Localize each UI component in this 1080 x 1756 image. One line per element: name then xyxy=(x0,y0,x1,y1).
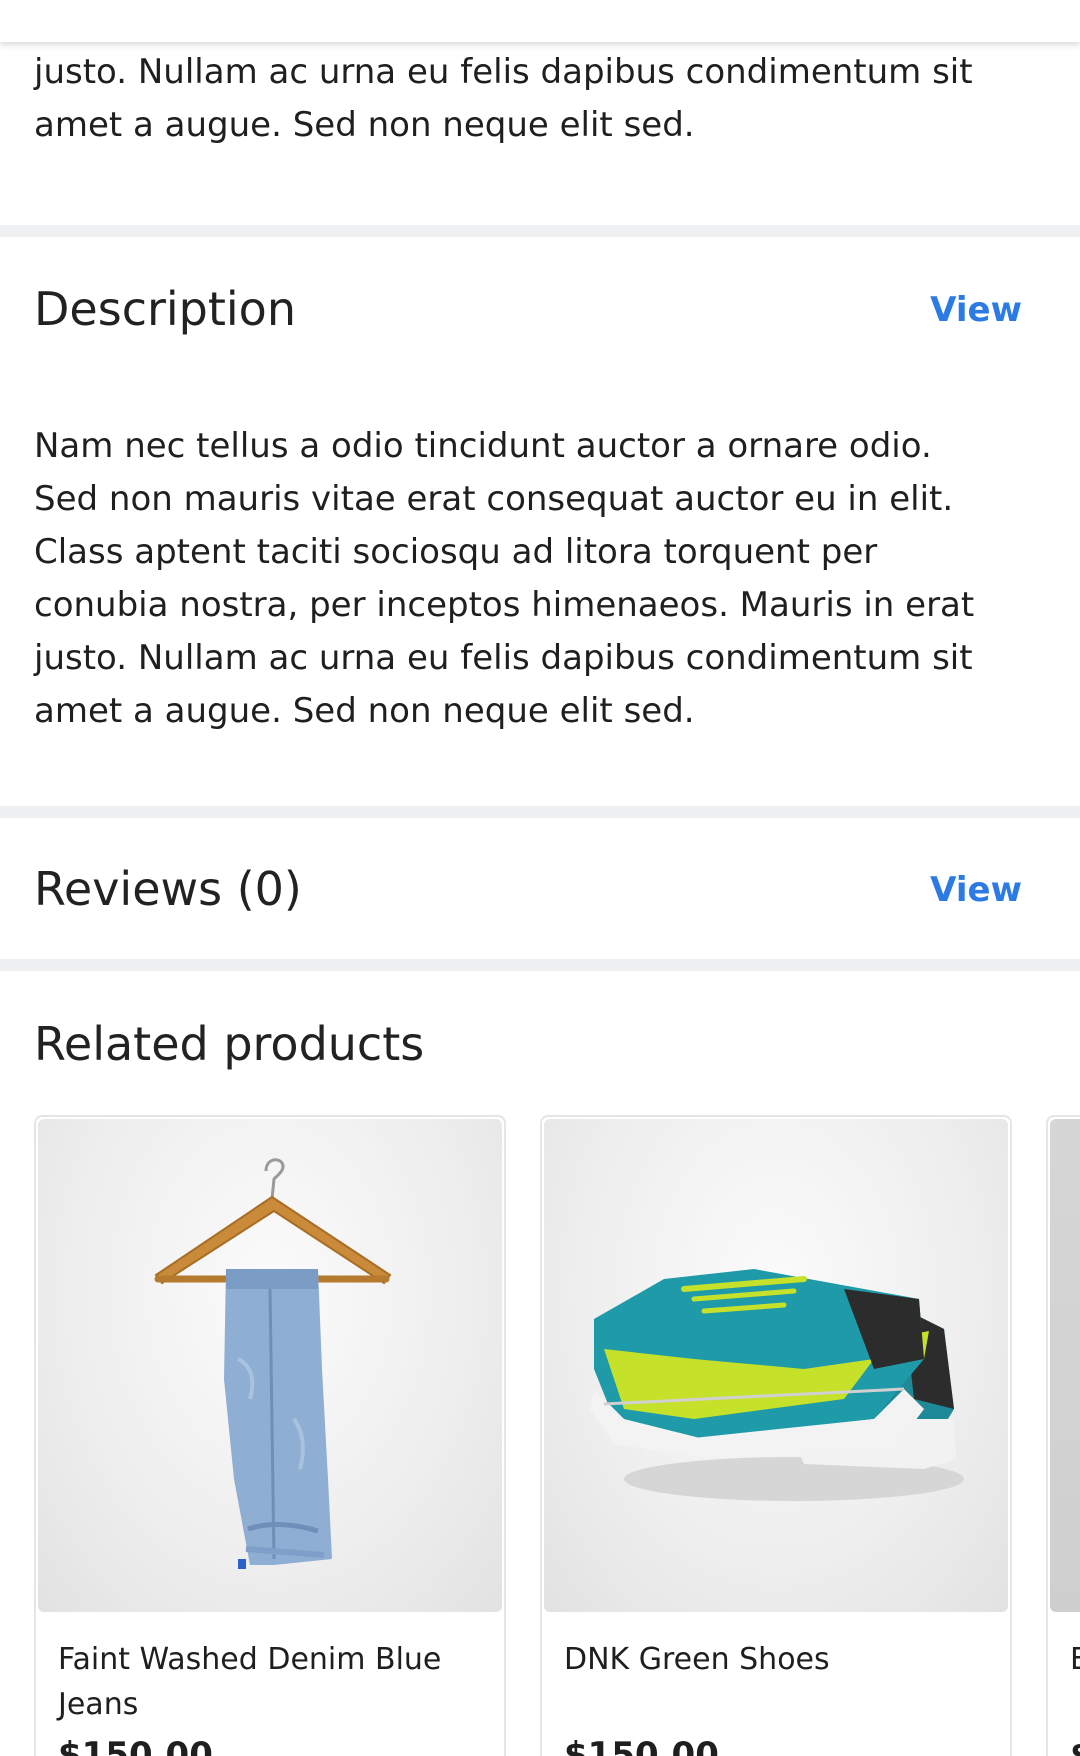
product-price: $ xyxy=(1070,1735,1080,1756)
text-line: conubia nostra, per inceptos himenaeos. … xyxy=(34,585,975,625)
product-price: $150.00 xyxy=(564,1735,719,1756)
green-sneakers-image xyxy=(544,1119,1008,1612)
section-divider xyxy=(0,959,1080,971)
description-title: Description xyxy=(34,282,296,336)
section-divider xyxy=(0,806,1080,818)
section-divider xyxy=(0,225,1080,237)
text-line: amet a augue. Sed non neque elit sed. xyxy=(34,691,695,731)
text-line: Class aptent taciti sociosqu ad litora t… xyxy=(34,532,878,572)
text-line: justo. Nullam ac urna eu felis dapibus c… xyxy=(34,638,973,678)
reviews-view-link[interactable]: View xyxy=(930,870,1022,910)
top-app-bar xyxy=(0,0,1080,42)
reviews-title: Reviews (0) xyxy=(34,862,302,916)
text-line: Nam nec tellus a odio tincidunt auctor a… xyxy=(34,426,932,466)
related-products-title: Related products xyxy=(34,1017,425,1071)
product-name: Faint Washed Denim Blue Jeans xyxy=(58,1642,442,1722)
product-card[interactable]: DNK Green Shoes $150.00 xyxy=(540,1115,1012,1756)
product-price: $150.00 xyxy=(58,1735,213,1756)
product-image xyxy=(1050,1119,1080,1612)
product-name: E xyxy=(1070,1637,1080,1682)
text-line: justo. Nullam ac urna eu felis dapibus c… xyxy=(34,52,973,92)
description-text: Nam nec tellus a odio tincidunt auctor a… xyxy=(34,420,1054,738)
text-line: Sed non mauris vitae erat consequat auct… xyxy=(34,479,954,519)
description-view-link[interactable]: View xyxy=(930,290,1022,330)
related-products-carousel[interactable]: Faint Washed Denim Blue Jeans $150.00 DN… xyxy=(34,1115,1080,1756)
previous-section-text: justo. Nullam ac urna eu felis dapibus c… xyxy=(34,46,1054,152)
jeans-on-hanger-image xyxy=(38,1119,502,1612)
product-card[interactable]: E $ xyxy=(1046,1115,1080,1756)
product-name: DNK Green Shoes xyxy=(564,1642,830,1677)
text-line: amet a augue. Sed non neque elit sed. xyxy=(34,105,695,145)
product-card[interactable]: Faint Washed Denim Blue Jeans $150.00 xyxy=(34,1115,506,1756)
